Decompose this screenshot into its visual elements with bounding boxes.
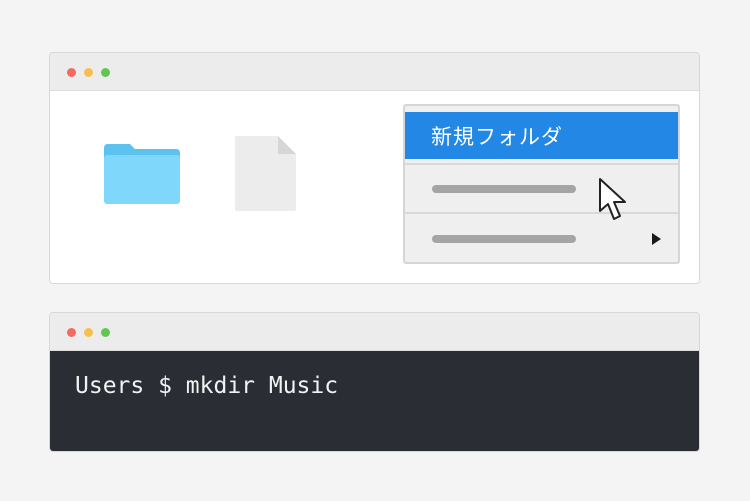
folder-icon[interactable] xyxy=(102,140,182,206)
placeholder-bar xyxy=(432,235,576,243)
minimize-window-dot[interactable] xyxy=(84,68,93,77)
menu-item-new-folder[interactable]: 新規フォルダ xyxy=(405,112,678,159)
finder-content: 新規フォルダ xyxy=(50,91,699,283)
context-menu: 新規フォルダ xyxy=(403,104,680,264)
finder-titlebar xyxy=(50,53,699,91)
finder-window: 新規フォルダ xyxy=(49,52,700,284)
terminal-window: Users $ mkdir Music xyxy=(49,312,700,452)
zoom-window-dot[interactable] xyxy=(101,68,110,77)
placeholder-bar xyxy=(432,185,576,193)
terminal-titlebar xyxy=(50,313,699,351)
mouse-cursor-icon xyxy=(599,178,626,220)
menu-item-label: 新規フォルダ xyxy=(431,125,563,149)
close-window-dot[interactable] xyxy=(67,68,76,77)
document-icon[interactable] xyxy=(234,134,298,212)
minimize-window-dot[interactable] xyxy=(84,328,93,337)
menu-separator xyxy=(405,163,678,165)
terminal-command-line: Users $ mkdir Music xyxy=(75,373,339,399)
terminal-content[interactable]: Users $ mkdir Music xyxy=(50,351,699,451)
menu-item-placeholder[interactable] xyxy=(405,166,678,212)
menu-separator xyxy=(405,212,678,214)
submenu-arrow-icon xyxy=(652,233,661,245)
close-window-dot[interactable] xyxy=(67,328,76,337)
menu-item-submenu[interactable] xyxy=(405,216,678,262)
zoom-window-dot[interactable] xyxy=(101,328,110,337)
